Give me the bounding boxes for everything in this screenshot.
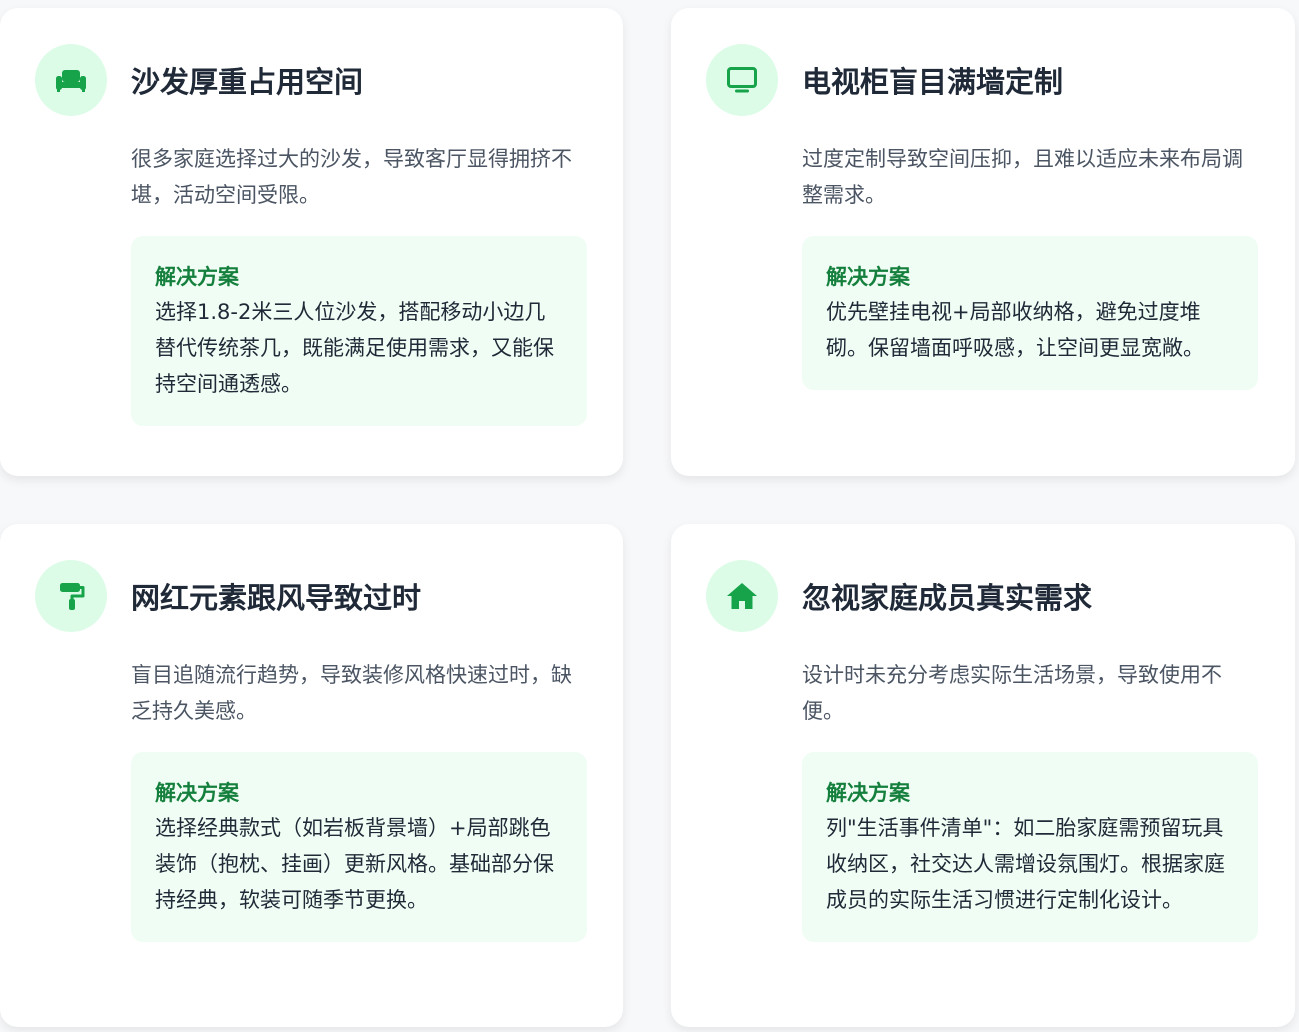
card-description: 过度定制导致空间压抑，且难以适应未来布局调整需求。 [802, 147, 1243, 207]
solution-text: 列"生活事件清单"：如二胎家庭需预留玩具收纳区，社交达人需增设氛围灯。根据家庭成… [826, 816, 1225, 912]
card-title: 忽视家庭成员真实需求 [802, 581, 1093, 615]
problem-card-trend: 网红元素跟风导致过时 盲目追随流行趋势，导致装修风格快速过时，缺乏持久美感。 解… [0, 524, 623, 1027]
problem-card-family-needs: 忽视家庭成员真实需求 设计时未充分考虑实际生活场景，导致使用不便。 解决方案 列… [671, 524, 1295, 1027]
solution-text: 优先壁挂电视+局部收纳格，避免过度堆砌。保留墙面呼吸感，让空间更显宽敞。 [826, 300, 1204, 360]
solution-box: 解决方案 选择1.8-2米三人位沙发，搭配移动小边几替代传统茶几，既能满足使用需… [131, 236, 587, 426]
solution-box: 解决方案 选择经典款式（如岩板背景墙）+局部跳色装饰（抱枕、挂画）更新风格。基础… [131, 752, 587, 942]
card-title: 沙发厚重占用空间 [131, 65, 364, 99]
card-description: 很多家庭选择过大的沙发，导致客厅显得拥挤不堪，活动空间受限。 [131, 147, 572, 207]
sofa-icon [35, 44, 107, 116]
problem-card-sofa: 沙发厚重占用空间 很多家庭选择过大的沙发，导致客厅显得拥挤不堪，活动空间受限。 … [0, 8, 623, 476]
solution-box: 解决方案 优先壁挂电视+局部收纳格，避免过度堆砌。保留墙面呼吸感，让空间更显宽敞… [802, 236, 1258, 390]
home-icon [706, 560, 778, 632]
solution-box: 解决方案 列"生活事件清单"：如二胎家庭需预留玩具收纳区，社交达人需增设氛围灯。… [802, 752, 1258, 942]
card-title: 网红元素跟风导致过时 [131, 581, 422, 615]
card-title: 电视柜盲目满墙定制 [802, 65, 1064, 99]
paint-roller-icon [35, 560, 107, 632]
card-description: 盲目追随流行趋势，导致装修风格快速过时，缺乏持久美感。 [131, 663, 572, 723]
solution-text: 选择经典款式（如岩板背景墙）+局部跳色装饰（抱枕、挂画）更新风格。基础部分保持经… [155, 816, 554, 912]
solution-text: 选择1.8-2米三人位沙发，搭配移动小边几替代传统茶几，既能满足使用需求，又能保… [155, 300, 554, 396]
solution-title: 解决方案 [826, 781, 910, 805]
tv-icon [706, 44, 778, 116]
card-description: 设计时未充分考虑实际生活场景，导致使用不便。 [802, 663, 1222, 723]
solution-title: 解决方案 [826, 265, 910, 289]
solution-title: 解决方案 [155, 781, 239, 805]
solution-title: 解决方案 [155, 265, 239, 289]
problem-card-tv-cabinet: 电视柜盲目满墙定制 过度定制导致空间压抑，且难以适应未来布局调整需求。 解决方案… [671, 8, 1295, 476]
